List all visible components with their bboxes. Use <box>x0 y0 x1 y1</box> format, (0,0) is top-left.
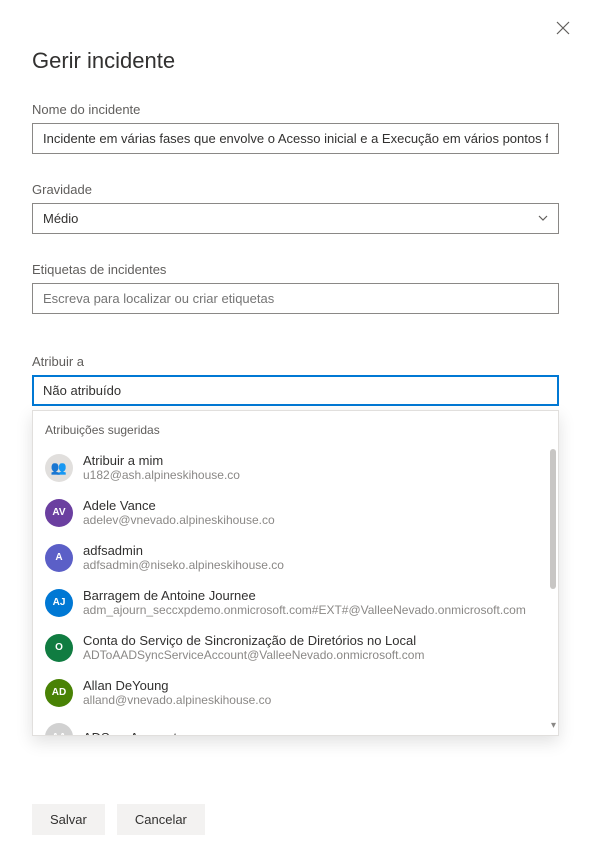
suggestion-item[interactable]: Aadfsadminadfsadmin@niseko.alpineskihous… <box>33 535 558 580</box>
avatar: AJ <box>45 589 73 617</box>
suggestion-item[interactable]: AA ADSyncAccounts <box>33 715 558 735</box>
suggestion-email: adfsadmin@niseko.alpineskihouse.co <box>83 558 546 572</box>
suggestion-item[interactable]: AD Allan DeYoungalland@vnevado.alpineskih… <box>33 670 558 715</box>
suggestion-email: u182@ash.alpineskihouse.co <box>83 468 546 482</box>
suggestion-name: ADSyncAccounts <box>83 730 546 736</box>
assign-to-field: Atribuir a Atribuições sugeridas 👥Atribu… <box>32 354 559 736</box>
scrollbar[interactable] <box>550 449 556 709</box>
avatar: AD <box>45 679 73 707</box>
suggestion-text: Allan DeYoungalland@vnevado.alpineskihou… <box>83 678 546 707</box>
cancel-button[interactable]: Cancelar <box>117 804 205 835</box>
suggestion-name: Atribuir a mim <box>83 453 546 468</box>
avatar: AA <box>45 723 73 735</box>
assign-to-input[interactable] <box>32 375 559 406</box>
avatar: AV <box>45 499 73 527</box>
suggestion-name: Barragem de Antoine Journee <box>83 588 546 603</box>
save-button[interactable]: Salvar <box>32 804 105 835</box>
suggestion-item[interactable]: 👥 Atribuir a mimu182@ash.alpineskihouse.c… <box>33 445 558 490</box>
footer-buttons: Salvar Cancelar <box>32 804 205 835</box>
suggestion-email: ADToAADSyncServiceAccount@ValleeNevado.o… <box>83 648 546 662</box>
suggestion-item[interactable]: AJ Barragem de Antoine Journeeadm_ajourn_… <box>33 580 558 625</box>
suggestion-name: Allan DeYoung <box>83 678 546 693</box>
suggestion-name: adfsadmin <box>83 543 546 558</box>
suggestion-name: Adele Vance <box>83 498 546 513</box>
scrollbar-down-icon[interactable]: ▾ <box>551 720 556 731</box>
suggestion-text: Barragem de Antoine Journeeadm_ajourn_se… <box>83 588 546 617</box>
suggestion-text: Atribuir a mimu182@ash.alpineskihouse.co <box>83 453 546 482</box>
dialog-title: Gerir incidente <box>32 48 559 74</box>
suggestion-text: Adele Vanceadelev@vnevado.alpineskihouse… <box>83 498 546 527</box>
severity-label: Gravidade <box>32 182 559 197</box>
avatar: O <box>45 634 73 662</box>
suggestions-list[interactable]: 👥 Atribuir a mimu182@ash.alpineskihouse.c… <box>33 445 558 735</box>
suggestions-dropdown: Atribuições sugeridas 👥 Atribuir a mimu18… <box>32 410 559 736</box>
suggestion-email: adm_ajourn_seccxpdemo.onmicrosoft.com#EX… <box>83 603 546 617</box>
suggestion-text: ADSyncAccounts <box>83 730 546 736</box>
severity-field: Gravidade Médio <box>32 182 559 234</box>
severity-select[interactable]: Médio <box>32 203 559 234</box>
chevron-down-icon <box>538 213 548 224</box>
suggestion-email: adelev@vnevado.alpineskihouse.co <box>83 513 546 527</box>
suggestion-item[interactable]: O Conta do Serviço de Sincronização de Di… <box>33 625 558 670</box>
suggestion-email: alland@vnevado.alpineskihouse.co <box>83 693 546 707</box>
scrollbar-thumb[interactable] <box>550 449 556 589</box>
assign-to-label: Atribuir a <box>32 354 559 369</box>
avatar: A <box>45 544 73 572</box>
suggestion-item[interactable]: AV Adele Vanceadelev@vnevado.alpineskihou… <box>33 490 558 535</box>
incident-name-field: Nome do incidente <box>32 102 559 154</box>
close-button[interactable] <box>551 16 575 40</box>
tags-field: Etiquetas de incidentes <box>32 262 559 314</box>
tags-input[interactable] <box>32 283 559 314</box>
suggestions-header: Atribuições sugeridas <box>33 411 558 445</box>
suggestion-text: Conta do Serviço de Sincronização de Dir… <box>83 633 546 662</box>
suggestion-name: Conta do Serviço de Sincronização de Dir… <box>83 633 546 648</box>
avatar: 👥 <box>45 454 73 482</box>
suggestion-text: adfsadminadfsadmin@niseko.alpineskihouse… <box>83 543 546 572</box>
incident-name-label: Nome do incidente <box>32 102 559 117</box>
severity-value: Médio <box>43 211 78 226</box>
tags-label: Etiquetas de incidentes <box>32 262 559 277</box>
incident-name-input[interactable] <box>32 123 559 154</box>
